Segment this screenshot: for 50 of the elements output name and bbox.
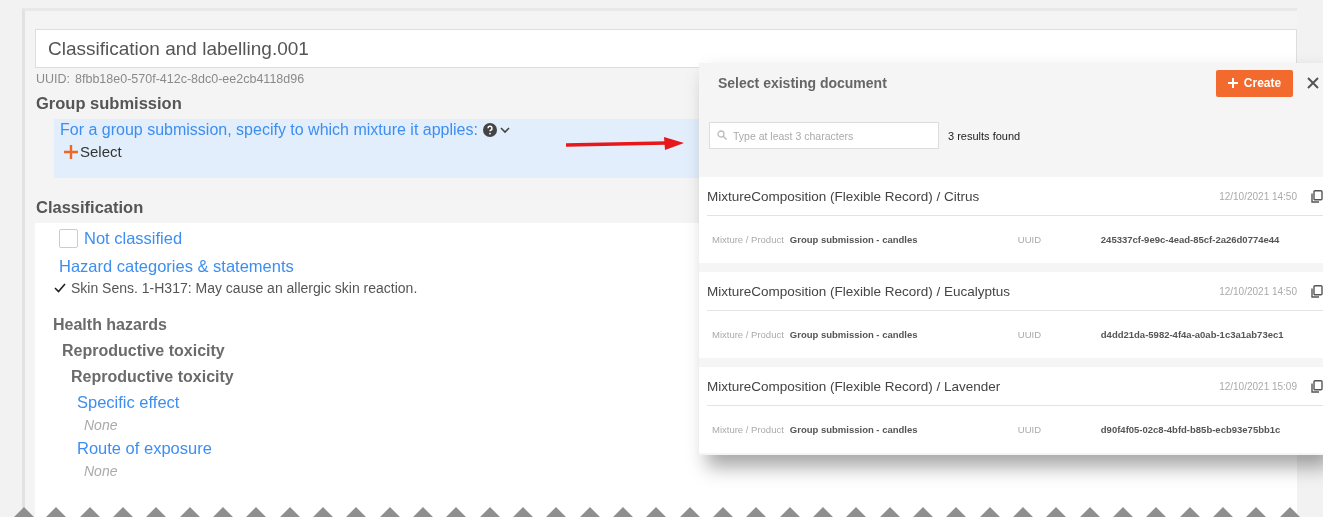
result-title: MixtureComposition (Flexible Record) / Eucalyptus [707, 283, 1012, 299]
result-title: MixtureComposition (Flexible Record) / Citrus [707, 188, 981, 204]
select-button[interactable]: Select [60, 139, 122, 160]
result-date: 12/10/2021 14:50 [1219, 190, 1297, 202]
result-card[interactable]: MixtureComposition (Flexible Record) / Eucalyptus 12/10/2021 14:50 Mixture / Product Group submission - candles UUID d4dd21da-5982-4f4a-a0ab-1c3a1ab73ec1 [699, 272, 1323, 358]
hazard-statement: Skin Sens. 1-H317: May cause an allergic skin reaction. [71, 280, 418, 296]
checkbox-label: Not classified [84, 229, 183, 248]
tree-heading: Reproductive toxicity [62, 341, 225, 361]
result-card[interactable]: MixtureComposition (Flexible Record) / Lavender 12/10/2021 15:09 Mixture / Product Group submission - candles UUID d90f4f05-02c8-4bfd-b85b-ecb93e75bb1c [699, 367, 1323, 453]
plus-icon [1227, 78, 1238, 88]
result-title: MixtureComposition (Flexible Record) / Lavender [707, 378, 1002, 394]
result-uuid-label: UUID [1017, 329, 1043, 340]
copy-icon[interactable] [1311, 189, 1323, 203]
result-card[interactable]: MixtureComposition (Flexible Record) / Citrus 12/10/2021 14:50 Mixture / Product Group submission - candles UUID 245337cf-9e9c-4ead-85cf-2a26d0774e44 [699, 177, 1323, 263]
results-count: 3 results found [948, 129, 1021, 142]
checkbox[interactable] [59, 229, 78, 248]
result-type: Group submission - candles [789, 234, 919, 245]
result-uuid: d4dd21da-5982-4f4a-a0ab-1c3a1ab73ec1 [1100, 329, 1284, 340]
result-type-label: Mixture / Product [712, 424, 784, 435]
result-uuid-label: UUID [1017, 424, 1043, 435]
field-label: For a group submission, specify to which mixture it applies: [60, 121, 478, 139]
uuid-label: UUID: [36, 72, 71, 86]
result-date: 12/10/2021 14:50 [1219, 285, 1297, 297]
search-field[interactable]: Type at least 3 characters [709, 122, 939, 149]
result-type: Group submission - candles [789, 329, 919, 340]
field-value: None [84, 416, 118, 435]
plus-icon [64, 144, 78, 159]
copy-icon[interactable] [1311, 284, 1323, 298]
field-value: None [84, 462, 118, 481]
field-label: Specific effect [77, 392, 180, 413]
result-uuid: 245337cf-9e9c-4ead-85cf-2a26d0774e44 [1100, 234, 1280, 245]
close-icon[interactable] [1307, 77, 1319, 89]
field-label: Hazard categories & statements [59, 257, 295, 276]
result-uuid: d90f4f05-02c8-4bfd-b85b-ecb93e75bb1c [1100, 424, 1281, 435]
result-date: 12/10/2021 15:09 [1219, 380, 1297, 392]
chevron-down-icon[interactable] [499, 126, 510, 134]
tree-heading: Health hazards [53, 315, 167, 335]
field-label: Route of exposure [77, 438, 212, 459]
section-heading: Group submission [35, 94, 183, 113]
copy-icon[interactable] [1311, 379, 1323, 393]
result-uuid-label: UUID [1017, 234, 1043, 245]
record-uuid: 8fbb18e0-570f-412c-8dc0-ee2cb4118d96 [75, 72, 305, 86]
result-type-label: Mixture / Product [712, 234, 784, 245]
search-icon [717, 130, 727, 140]
record-title-field[interactable]: Classification and labelling.001 [35, 29, 1297, 68]
tree-heading: Reproductive toxicity [71, 367, 234, 387]
result-type: Group submission - candles [789, 424, 919, 435]
help-icon[interactable] [482, 123, 497, 137]
dialog-title: Select existing document [718, 75, 888, 91]
result-type-label: Mixture / Product [712, 329, 784, 340]
